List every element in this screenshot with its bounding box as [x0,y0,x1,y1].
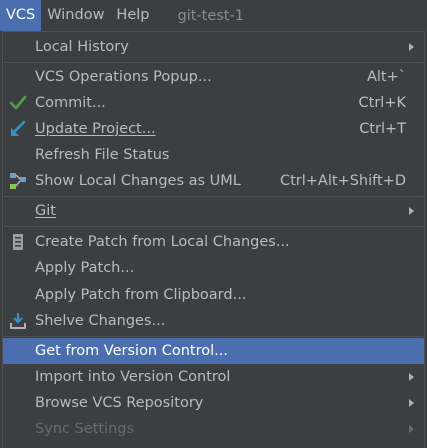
menu-item-apply-patch[interactable]: Apply Patch... [3,255,424,281]
menu-window[interactable]: Window [41,0,110,31]
submenu-arrow-icon [409,43,414,51]
menu-item-label: Commit... [35,95,106,111]
project-title: git-test-1 [177,7,244,24]
menu-item-label: Sync Settings [35,421,135,437]
shelve-icon [8,311,28,331]
update-arrow-icon [8,119,28,139]
menu-bar: VCS Window Help git-test-1 [0,0,427,31]
menu-item-sync-settings: Sync Settings [3,416,424,442]
submenu-arrow-icon [409,207,414,215]
menu-item-vcs-operations-popup[interactable]: VCS Operations Popup... Alt+` [3,64,424,90]
submenu-arrow-icon [409,425,414,433]
menu-item-get-from-vcs[interactable]: Get from Version Control... [3,338,424,364]
menu-item-label: Update Project... [35,121,156,137]
shortcut-label: Alt+` [366,69,406,85]
separator [4,196,423,197]
vcs-dropdown-menu: Local History VCS Operations Popup... Al… [2,31,425,448]
menu-item-update-project[interactable]: Update Project... Ctrl+T [3,116,424,142]
shortcut-label: Ctrl+K [358,95,406,111]
menu-item-label: Refresh File Status [35,147,170,163]
menu-item-label: Get from Version Control... [35,343,228,359]
separator [4,62,423,63]
menu-help-label: Help [116,7,150,23]
menu-item-label: Browse VCS Repository [35,395,204,411]
menu-item-refresh-file-status[interactable]: Refresh File Status [3,142,424,168]
shortcut-label: Ctrl+Alt+Shift+D [279,173,406,189]
menu-item-label: Shelve Changes... [35,313,166,329]
menu-vcs[interactable]: VCS [0,0,42,31]
menu-item-shelve-changes[interactable]: Shelve Changes... [3,308,424,334]
menu-item-commit[interactable]: Commit... Ctrl+K [3,90,424,116]
menu-item-create-patch[interactable]: Create Patch from Local Changes... [3,229,424,255]
menu-item-label: Local History [35,39,129,55]
separator [4,336,423,337]
uml-diagram-icon [8,171,28,191]
menu-help[interactable]: Help [110,0,155,31]
checkmark-icon [8,93,28,113]
submenu-arrow-icon [409,373,414,381]
menu-item-label: Apply Patch from Clipboard... [35,287,247,303]
menu-item-git[interactable]: Git [3,198,424,224]
menu-item-apply-patch-clipboard[interactable]: Apply Patch from Clipboard... [3,282,424,308]
patch-icon [8,232,28,252]
menu-item-label: Apply Patch... [35,260,135,276]
menu-vcs-label: VCS [6,7,36,23]
menu-item-label: Show Local Changes as UML [35,173,241,189]
menu-item-label: VCS Operations Popup... [35,69,212,85]
menu-item-browse-vcs-repository[interactable]: Browse VCS Repository [3,390,424,416]
menu-item-show-local-changes-uml[interactable]: Show Local Changes as UML Ctrl+Alt+Shift… [3,168,424,194]
menu-item-import-into-vcs[interactable]: Import into Version Control [3,364,424,390]
menu-item-label: Create Patch from Local Changes... [35,234,290,250]
menu-item-label: Import into Version Control [35,369,231,385]
menu-window-label: Window [47,7,105,23]
shortcut-label: Ctrl+T [359,121,406,137]
submenu-arrow-icon [409,399,414,407]
menu-item-local-history[interactable]: Local History [3,34,424,60]
menu-item-label: Git [35,203,56,219]
separator [4,226,423,227]
